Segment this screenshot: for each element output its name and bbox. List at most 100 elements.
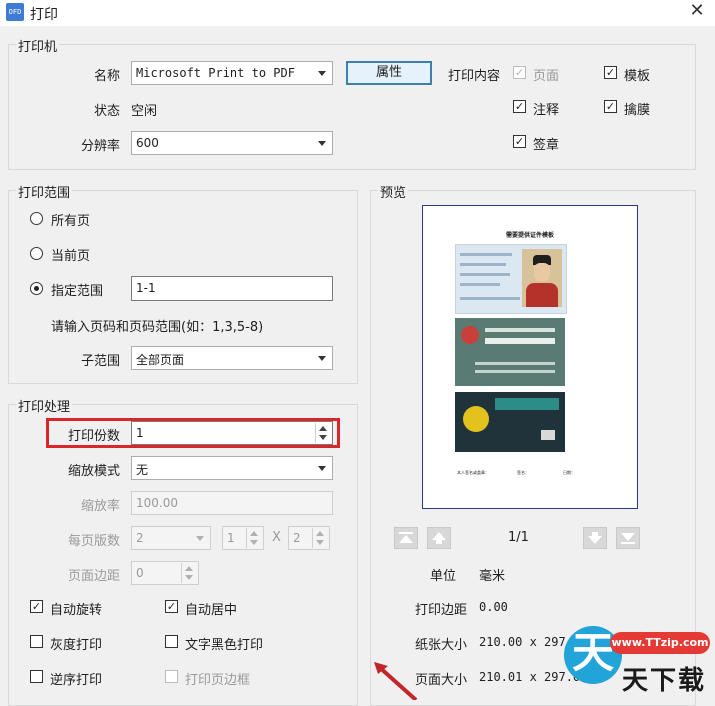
next-page-button[interactable] bbox=[583, 527, 607, 549]
text-black-label: 文字黑色打印 bbox=[185, 638, 264, 653]
stepper-down-icon bbox=[185, 575, 193, 580]
content-seal-checkbox[interactable]: ✓ bbox=[513, 135, 526, 148]
content-annotation-label: 注释 bbox=[533, 103, 560, 118]
margin-label: 页面边距 bbox=[67, 569, 120, 584]
margin-input[interactable]: 0 bbox=[131, 561, 199, 585]
status-label: 状态 bbox=[93, 104, 120, 119]
text-black-checkbox[interactable] bbox=[165, 635, 178, 648]
paper-size-label: 纸张大小 bbox=[415, 638, 468, 653]
subrange-label: 子范围 bbox=[80, 354, 120, 369]
preview-footer-2: 签名： bbox=[517, 470, 529, 475]
preview-group-label: 预览 bbox=[378, 182, 409, 201]
subrange-select[interactable]: 全部页面 bbox=[131, 346, 333, 370]
copies-value: 1 bbox=[136, 426, 144, 440]
chevron-down-icon bbox=[318, 71, 326, 76]
print-processing-group-label: 打印处理 bbox=[16, 396, 73, 415]
printer-group-label: 打印机 bbox=[16, 36, 60, 55]
unit-value: 毫米 bbox=[479, 569, 506, 584]
content-page-checkbox[interactable]: ✓ bbox=[513, 66, 526, 79]
page-indicator: 1/1 bbox=[508, 530, 529, 545]
grid-rows-input[interactable]: 2 bbox=[288, 526, 330, 550]
range-input[interactable]: 1-1 bbox=[131, 276, 333, 301]
scale-mode-value: 无 bbox=[136, 463, 149, 477]
content-annotation-checkbox[interactable]: ✓ bbox=[513, 100, 526, 113]
content-template-label: 模板 bbox=[624, 69, 651, 84]
stepper-up-icon bbox=[250, 531, 258, 536]
print-processing-group bbox=[8, 404, 358, 706]
grid-rows-stepper[interactable] bbox=[312, 528, 328, 548]
preview-page: 需要提供证件模板 本人签名或盖章： 签名： 日期： bbox=[422, 205, 638, 509]
watermark-site: www.TTzip.com bbox=[610, 632, 710, 654]
stepper-up-icon bbox=[185, 566, 193, 571]
scale-mode-select[interactable]: 无 bbox=[131, 456, 333, 480]
print-margin-value: 0.00 bbox=[479, 600, 508, 614]
preview-footer-1: 本人签名或盖章： bbox=[457, 470, 489, 475]
scale-mode-label: 缩放模式 bbox=[67, 464, 120, 479]
auto-rotate-checkbox[interactable]: ✓ bbox=[30, 600, 43, 613]
subrange-value: 全部页面 bbox=[136, 353, 185, 367]
last-page-button[interactable] bbox=[616, 527, 640, 549]
margin-stepper[interactable] bbox=[181, 563, 197, 583]
pages-per-sheet-value: 2 bbox=[136, 531, 144, 545]
id-photo-card bbox=[455, 244, 567, 314]
print-range-group-label: 打印范围 bbox=[16, 182, 73, 201]
close-button[interactable]: ✕ bbox=[684, 0, 710, 24]
auto-rotate-label: 自动旋转 bbox=[50, 603, 103, 618]
stepper-up-icon bbox=[316, 531, 324, 536]
id-card-front bbox=[455, 318, 565, 386]
all-pages-label: 所有页 bbox=[51, 214, 91, 229]
chevron-down-icon bbox=[196, 536, 204, 541]
preview-doc-title: 需要提供证件模板 bbox=[505, 232, 554, 239]
stepper-up-icon bbox=[319, 426, 327, 431]
reverse-order-checkbox[interactable] bbox=[30, 670, 43, 683]
first-page-button[interactable] bbox=[394, 527, 418, 549]
grayscale-checkbox[interactable] bbox=[30, 635, 43, 648]
content-template-checkbox[interactable]: ✓ bbox=[604, 66, 617, 79]
page-border-checkbox[interactable] bbox=[165, 670, 178, 683]
portrait-image bbox=[522, 249, 562, 307]
current-page-radio[interactable] bbox=[30, 247, 43, 260]
stepper-down-icon bbox=[250, 540, 258, 545]
scale-rate-label: 缩放率 bbox=[80, 499, 120, 514]
pages-per-sheet-select[interactable]: 2 bbox=[131, 526, 211, 550]
resolution-select[interactable]: 600 bbox=[131, 131, 333, 155]
annotation-arrow-icon bbox=[374, 662, 418, 700]
all-pages-radio[interactable] bbox=[30, 212, 43, 225]
range-input-value: 1-1 bbox=[136, 281, 156, 295]
grayscale-label: 灰度打印 bbox=[50, 638, 103, 653]
copies-label: 打印份数 bbox=[67, 429, 120, 444]
preview-footer-3: 日期： bbox=[563, 470, 575, 475]
chevron-down-icon bbox=[318, 466, 326, 471]
page-border-label: 打印页边框 bbox=[185, 673, 251, 688]
content-film-checkbox[interactable]: ✓ bbox=[604, 100, 617, 113]
grid-cols-stepper[interactable] bbox=[246, 528, 262, 548]
printer-name-select[interactable]: Microsoft Print to PDF bbox=[131, 61, 333, 85]
site-watermark: 天 www.TTzip.com 天下载 bbox=[560, 620, 715, 700]
chevron-down-icon bbox=[318, 141, 326, 146]
grid-rows-value: 2 bbox=[293, 531, 301, 545]
print-margin-label: 打印边距 bbox=[415, 603, 468, 618]
range-hint: 请输入页码和页码范围(如：1,3,5-8) bbox=[51, 320, 264, 335]
status-value: 空闲 bbox=[131, 104, 158, 119]
scale-rate-value: 100.00 bbox=[136, 496, 178, 510]
title-bar bbox=[0, 0, 715, 26]
content-film-label: 擒膜 bbox=[624, 103, 651, 118]
copies-stepper[interactable] bbox=[315, 423, 331, 443]
printer-name-label: 名称 bbox=[93, 69, 120, 84]
reverse-order-label: 逆序打印 bbox=[50, 673, 103, 688]
prev-page-button[interactable] bbox=[427, 527, 451, 549]
scale-rate-input[interactable]: 100.00 bbox=[131, 491, 333, 515]
specified-range-label: 指定范围 bbox=[51, 284, 104, 299]
properties-button[interactable]: 属性 bbox=[346, 61, 432, 85]
auto-center-label: 自动居中 bbox=[185, 603, 238, 618]
specified-range-radio[interactable] bbox=[30, 282, 43, 295]
pages-per-sheet-label: 每页版数 bbox=[67, 534, 120, 549]
resolution-value: 600 bbox=[136, 136, 159, 150]
print-content-label: 打印内容 bbox=[448, 69, 501, 84]
copies-input[interactable]: 1 bbox=[131, 421, 333, 445]
auto-center-checkbox[interactable]: ✓ bbox=[165, 600, 178, 613]
bank-card bbox=[455, 392, 565, 452]
prev-page-icon bbox=[432, 532, 446, 544]
app-icon: OFD bbox=[6, 3, 24, 21]
grid-cols-input[interactable]: 1 bbox=[222, 526, 264, 550]
